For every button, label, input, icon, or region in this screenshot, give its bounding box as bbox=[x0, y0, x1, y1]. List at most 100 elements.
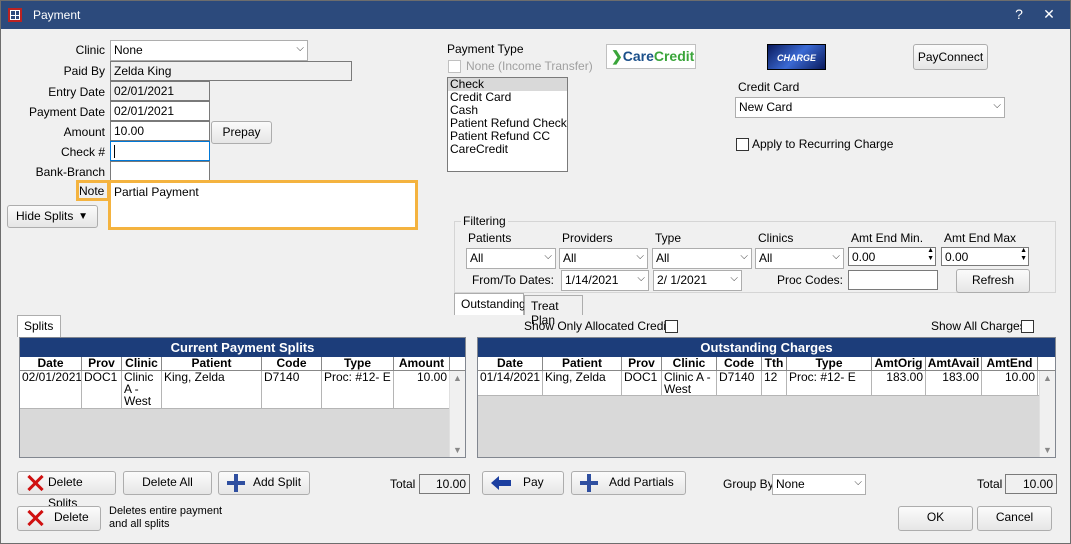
none-income-label: None (Income Transfer) bbox=[466, 59, 593, 73]
column-header[interactable]: Date bbox=[20, 357, 82, 370]
show-all-charges-checkbox[interactable] bbox=[1021, 320, 1034, 333]
amount-field[interactable]: 10.00 bbox=[110, 121, 210, 141]
amt-max-spinner[interactable]: 0.00 ▲ ▼ bbox=[941, 247, 1029, 266]
column-header[interactable]: Patient bbox=[162, 357, 262, 370]
group-by-select[interactable]: None ⌵ bbox=[772, 474, 866, 495]
bank-branch-field[interactable] bbox=[110, 161, 210, 181]
dropdown-arrow-icon: ▼ bbox=[78, 211, 88, 222]
close-button[interactable]: ✕ bbox=[1039, 6, 1059, 23]
type-filter-select[interactable]: All ⌵ bbox=[652, 248, 752, 269]
check-number-field[interactable] bbox=[110, 141, 210, 161]
scroll-up-icon[interactable]: ▲ bbox=[453, 373, 462, 383]
hide-splits-label: Hide Splits bbox=[16, 209, 74, 223]
proc-codes-field[interactable] bbox=[848, 270, 938, 290]
column-header[interactable]: Patient bbox=[543, 357, 622, 370]
amt-min-label: Amt End Min. bbox=[851, 231, 924, 245]
column-header[interactable]: Code bbox=[717, 357, 762, 370]
splits-total-label: Total bbox=[390, 477, 416, 491]
to-date-value: 2/ 1/2021 bbox=[657, 273, 708, 287]
app-icon bbox=[8, 8, 22, 22]
providers-filter-select[interactable]: All ⌵ bbox=[559, 248, 648, 269]
clinic-select[interactable]: None ⌵ bbox=[110, 40, 308, 61]
ok-button[interactable]: OK bbox=[898, 506, 973, 531]
clinic-label: Clinic bbox=[75, 43, 105, 57]
scroll-down-icon[interactable]: ▼ bbox=[1043, 445, 1052, 455]
payment-window: Payment ? ✕ Clinic None ⌵ Paid By Zelda K… bbox=[0, 0, 1071, 544]
delete-splits-button[interactable]: Delete Splits bbox=[17, 471, 116, 510]
show-allocated-checkbox[interactable] bbox=[665, 320, 678, 333]
cell-patient: King, Zelda bbox=[162, 371, 262, 408]
tab-outstanding[interactable]: Outstanding bbox=[454, 293, 526, 315]
splits-scrollbar[interactable]: ▲ ▼ bbox=[449, 371, 465, 457]
payment-type-label: Payment Type bbox=[447, 42, 524, 56]
refresh-button[interactable]: Refresh bbox=[956, 269, 1030, 293]
column-header[interactable]: AmtAvail bbox=[926, 357, 982, 370]
chevron-down-icon: ⌵ bbox=[854, 477, 862, 488]
carecredit-logo-mark: ❯ bbox=[611, 48, 623, 64]
payment-type-item[interactable]: CareCredit bbox=[448, 143, 567, 156]
prepay-button[interactable]: Prepay bbox=[211, 121, 272, 144]
help-button[interactable]: ? bbox=[1009, 6, 1029, 22]
to-date-picker[interactable]: 2/ 1/2021 ⌵ bbox=[653, 270, 742, 291]
proc-codes-label: Proc Codes: bbox=[776, 273, 843, 287]
delete-button[interactable]: Delete bbox=[17, 506, 101, 531]
column-header[interactable]: AmtEnd bbox=[982, 357, 1038, 370]
carecredit-logo-button[interactable]: ❯CareCredit bbox=[606, 44, 696, 69]
cancel-button[interactable]: Cancel bbox=[977, 506, 1052, 531]
add-split-button[interactable]: Add Split bbox=[218, 471, 310, 495]
xcharge-logo-button[interactable]: CHARGE bbox=[767, 44, 826, 70]
patients-filter-select[interactable]: All ⌵ bbox=[466, 248, 556, 269]
spinner-arrows-icon[interactable]: ▲ ▼ bbox=[1020, 248, 1027, 263]
from-date-picker[interactable]: 1/14/2021 ⌵ bbox=[561, 270, 649, 291]
clinics-filter-select[interactable]: All ⌵ bbox=[755, 248, 844, 269]
payment-type-list[interactable]: Check Credit Card Cash Patient Refund Ch… bbox=[447, 77, 568, 172]
recurring-charge-checkbox[interactable] bbox=[736, 138, 749, 151]
chevron-down-icon: ⌵ bbox=[730, 273, 738, 284]
column-header[interactable]: Prov bbox=[622, 357, 662, 370]
cell-date: 01/14/2021 bbox=[478, 371, 543, 395]
pay-button[interactable]: Pay bbox=[482, 471, 564, 495]
scroll-down-icon[interactable]: ▼ bbox=[453, 445, 462, 455]
splits-grid-title: Current Payment Splits bbox=[20, 338, 465, 357]
column-header[interactable]: Type bbox=[322, 357, 394, 370]
outstanding-total-field: 10.00 bbox=[1005, 474, 1057, 494]
table-row[interactable]: 02/01/2021 DOC1 Clinic A - West King, Ze… bbox=[20, 371, 465, 409]
delete-all-button[interactable]: Delete All bbox=[123, 471, 212, 495]
delete-label: Delete bbox=[54, 510, 89, 524]
show-allocated-label: Show Only Allocated Credits bbox=[524, 319, 676, 333]
column-header[interactable]: Amount bbox=[394, 357, 450, 370]
hide-splits-button[interactable]: Hide Splits ▼ bbox=[7, 205, 98, 228]
column-header[interactable]: Clinic bbox=[122, 357, 162, 370]
cell-date: 02/01/2021 bbox=[20, 371, 82, 408]
none-income-checkbox[interactable] bbox=[448, 60, 461, 73]
scroll-up-icon[interactable]: ▲ bbox=[1043, 373, 1052, 383]
column-header[interactable]: Prov bbox=[82, 357, 122, 370]
chevron-down-icon: ⌵ bbox=[544, 251, 552, 262]
tab-splits[interactable]: Splits bbox=[17, 315, 61, 337]
table-row[interactable]: 01/14/2021 King, Zelda DOC1 Clinic A - W… bbox=[478, 371, 1055, 396]
payconnect-button[interactable]: PayConnect bbox=[913, 44, 988, 70]
add-partials-button[interactable]: Add Partials bbox=[571, 471, 686, 495]
splits-grid: Current Payment Splits Date Prov Clinic … bbox=[19, 337, 466, 458]
column-header[interactable]: AmtOrig bbox=[872, 357, 926, 370]
column-header[interactable]: Tth bbox=[762, 357, 787, 370]
splits-total-field: 10.00 bbox=[419, 474, 470, 494]
entry-date-label: Entry Date bbox=[48, 85, 105, 99]
column-header[interactable]: Code bbox=[262, 357, 322, 370]
outstanding-scrollbar[interactable]: ▲ ▼ bbox=[1039, 371, 1055, 457]
cell-type: Proc: #12- E bbox=[787, 371, 872, 395]
tab-treat-plan[interactable]: Treat Plan bbox=[524, 295, 583, 327]
note-field[interactable]: Partial Payment bbox=[111, 183, 415, 227]
column-header[interactable]: Type bbox=[787, 357, 872, 370]
payment-date-field[interactable]: 02/01/2021 bbox=[110, 101, 210, 121]
cell-amt-orig: 183.00 bbox=[872, 371, 926, 395]
credit-card-select[interactable]: New Card ⌵ bbox=[735, 97, 1005, 118]
column-header[interactable]: Date bbox=[478, 357, 543, 370]
spinner-arrows-icon[interactable]: ▲ ▼ bbox=[927, 248, 934, 263]
bank-branch-label: Bank-Branch bbox=[35, 165, 105, 179]
amt-min-spinner[interactable]: 0.00 ▲ ▼ bbox=[848, 247, 936, 266]
outstanding-grid: Outstanding Charges Date Patient Prov Cl… bbox=[477, 337, 1056, 458]
cell-clinic: Clinic A - West bbox=[122, 371, 162, 408]
column-header[interactable]: Clinic bbox=[662, 357, 717, 370]
chevron-down-icon: ⌵ bbox=[832, 251, 840, 262]
